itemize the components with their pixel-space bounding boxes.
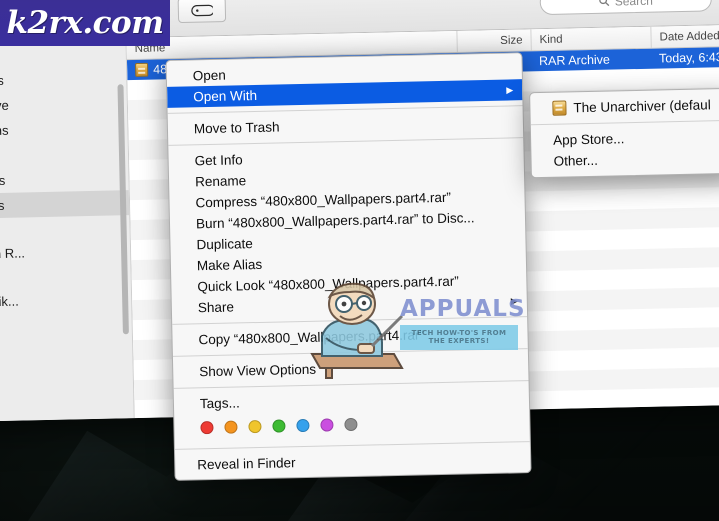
submenu-item-the-unarchiver[interactable]: The Unarchiver (defaul [530, 94, 719, 119]
tag-swatch-blue[interactable] [296, 419, 309, 432]
file-date-cell: Today, 6:43 [651, 50, 719, 66]
tag-swatch-green[interactable] [272, 419, 285, 432]
submenu-item-label: Other... [553, 153, 598, 169]
tag-swatch-purple[interactable] [320, 418, 333, 431]
menu-item-label: Share [198, 300, 234, 316]
menu-item-label: Quick Look “480x800_Wallpapers.part4.rar… [197, 274, 459, 295]
menu-item-move-to-trash[interactable]: Move to Trash [168, 111, 523, 140]
context-menu: Open Open With ▶ Move to Trash Get Info … [165, 52, 531, 481]
screenshot-root: ▼ ▼ [0, 0, 719, 521]
k2rx-watermark: k2rx.com [0, 0, 170, 46]
open-with-submenu: The Unarchiver (defaul App Store... Othe… [529, 88, 719, 179]
menu-item-label: Reveal in Finder [197, 455, 296, 472]
search-field[interactable]: Search [540, 0, 713, 15]
search-icon [599, 0, 610, 7]
tag-swatch-gray[interactable] [344, 418, 357, 431]
k2rx-watermark-text: k2rx.com [6, 5, 163, 41]
tag-swatch-red[interactable] [200, 421, 213, 434]
column-header-date-added[interactable]: Date Added [650, 25, 719, 48]
menu-item-label: Make Alias [197, 257, 263, 273]
menu-item-label: Compress “480x800_Wallpapers.part4.rar” [195, 190, 451, 211]
tag-swatch-orange[interactable] [224, 420, 237, 433]
submenu-item-label: App Store... [553, 131, 625, 148]
menu-item-label: Tags... [200, 395, 240, 411]
rar-archive-icon [135, 63, 148, 77]
submenu-arrow-icon: ▶ [506, 85, 513, 94]
submenu-arrow-icon: ▶ [511, 296, 518, 305]
menu-item-label: Duplicate [196, 236, 253, 252]
tag-swatch-yellow[interactable] [248, 420, 261, 433]
menu-item-label: Get Info [194, 152, 242, 168]
sidebar-item-label: Downloads [0, 198, 5, 214]
submenu-item-label: The Unarchiver (defaul [573, 97, 711, 115]
edit-tags-button[interactable] [178, 0, 227, 23]
unarchiver-icon [552, 100, 566, 115]
sidebar-item-label: iCloud Drive [0, 98, 9, 115]
finder-sidebar: Favorites All My Files iCloud Drive [0, 38, 135, 423]
column-header-size[interactable]: Size [456, 29, 530, 52]
column-header-kind[interactable]: Kind [530, 27, 650, 51]
sidebar-item-label: Documents [0, 173, 5, 189]
menu-item-show-view-options[interactable]: Show View Options [173, 354, 528, 383]
sidebar-item-label: El Capitan R... [0, 245, 25, 262]
sidebar-item-label: All My Files [0, 73, 4, 89]
menu-item-reveal-in-finder[interactable]: Reveal in Finder [175, 447, 530, 476]
sidebar-item-label: desktop-kik... [0, 294, 19, 311]
menu-item-label: Copy “480x800_Wallpapers.part4.rar” [198, 327, 424, 347]
sidebar-item-label: Applications [0, 123, 9, 140]
menu-item-copy[interactable]: Copy “480x800_Wallpapers.part4.rar” [172, 322, 527, 351]
file-kind-cell: RAR Archive [531, 52, 651, 69]
search-placeholder: Search [615, 0, 653, 8]
menu-item-label: Open With [193, 88, 257, 104]
menu-item-label: Rename [195, 173, 246, 189]
menu-item-label: Open [193, 68, 226, 84]
menu-separator [531, 120, 719, 125]
sidebar-item-tag-yellow[interactable]: Yellow [0, 384, 134, 414]
submenu-item-other[interactable]: Other... [531, 147, 719, 172]
menu-item-label: Show View Options [199, 362, 316, 380]
menu-item-label: Move to Trash [194, 119, 280, 136]
